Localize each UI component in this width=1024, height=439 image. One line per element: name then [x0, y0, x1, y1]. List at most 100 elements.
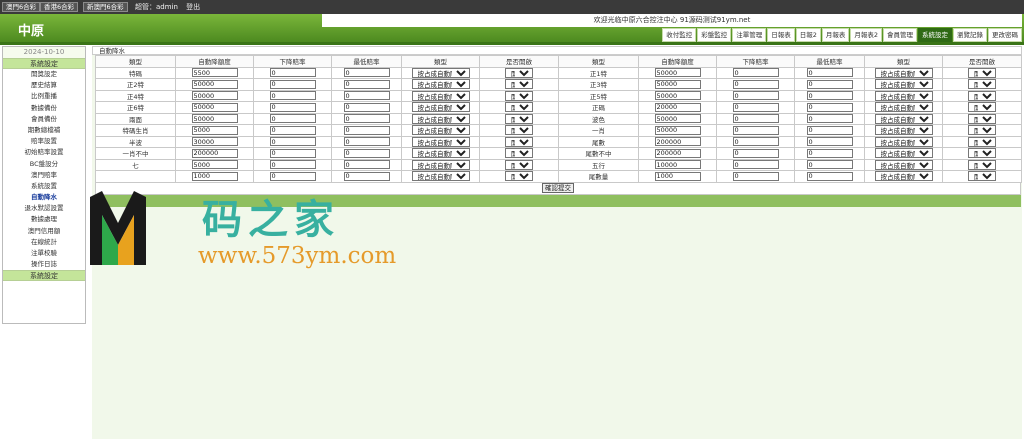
min-rate-input[interactable]	[806, 79, 853, 89]
min-rate-input[interactable]	[806, 114, 853, 124]
amount-input[interactable]	[654, 171, 701, 181]
min-rate-input[interactable]	[343, 125, 390, 135]
sidebar-item-17[interactable]: 操作日誌	[3, 259, 85, 270]
sidebar-item-15[interactable]: 在線統計	[3, 237, 85, 248]
enable-select[interactable]: 開啟	[505, 159, 533, 170]
enable-select[interactable]: 開啟	[505, 125, 533, 136]
mode-select[interactable]: 按占成自動降	[411, 67, 470, 78]
enable-select[interactable]: 開啟	[968, 102, 996, 113]
drop-rate-input[interactable]	[269, 68, 316, 78]
amount-input[interactable]	[654, 148, 701, 158]
drop-rate-input[interactable]	[269, 171, 316, 181]
min-rate-input[interactable]	[343, 79, 390, 89]
drop-rate-input[interactable]	[269, 125, 316, 135]
mode-select[interactable]: 按占成自動降	[411, 125, 470, 136]
tab-0[interactable]: 收付監控	[662, 28, 697, 42]
tab-5[interactable]: 月報表	[821, 28, 850, 42]
drop-rate-input[interactable]	[732, 171, 779, 181]
mode-select[interactable]: 按占成自動降	[874, 79, 933, 90]
enable-select[interactable]: 開啟	[968, 79, 996, 90]
sidebar-item-6[interactable]: 賠率設置	[3, 136, 85, 147]
mode-select[interactable]: 按占成自動降	[411, 171, 470, 182]
mode-select[interactable]: 按占成自動降	[874, 90, 933, 101]
enable-select[interactable]: 開啟	[505, 90, 533, 101]
sidebar-item-5[interactable]: 期數總檔補	[3, 125, 85, 136]
min-rate-input[interactable]	[343, 91, 390, 101]
min-rate-input[interactable]	[806, 125, 853, 135]
sidebar-item-9[interactable]: 澳門賠率	[3, 170, 85, 181]
min-rate-input[interactable]	[806, 171, 853, 181]
lottery-button-macau[interactable]: 澳門6合彩	[2, 2, 41, 12]
drop-rate-input[interactable]	[732, 148, 779, 158]
sidebar-item-11[interactable]: 自動降水	[3, 192, 85, 203]
min-rate-input[interactable]	[343, 137, 390, 147]
min-rate-input[interactable]	[806, 68, 853, 78]
mode-select[interactable]: 按占成自動降	[411, 79, 470, 90]
sidebar-item-3[interactable]: 數據備份	[3, 103, 85, 114]
tab-6[interactable]: 月報表2	[850, 28, 882, 42]
amount-input[interactable]	[654, 91, 701, 101]
mode-select[interactable]: 按占成自動降	[874, 159, 933, 170]
sidebar-item-4[interactable]: 會員備份	[3, 114, 85, 125]
enable-select[interactable]: 開啟	[505, 67, 533, 78]
amount-input[interactable]	[191, 160, 238, 170]
sidebar-item-8[interactable]: BC盤設分	[3, 159, 85, 170]
enable-select[interactable]: 開啟	[968, 113, 996, 124]
amount-input[interactable]	[654, 102, 701, 112]
amount-input[interactable]	[191, 102, 238, 112]
enable-select[interactable]: 開啟	[505, 148, 533, 159]
drop-rate-input[interactable]	[732, 160, 779, 170]
amount-input[interactable]	[654, 114, 701, 124]
mode-select[interactable]: 按占成自動降	[874, 113, 933, 124]
lottery-button-new-macau[interactable]: 新澳門6合彩	[83, 2, 128, 12]
sidebar-item-12[interactable]: 退水默認設置	[3, 203, 85, 214]
enable-select[interactable]: 開啟	[968, 171, 996, 182]
tab-8[interactable]: 系統設定	[918, 28, 952, 42]
min-rate-input[interactable]	[343, 68, 390, 78]
min-rate-input[interactable]	[806, 148, 853, 158]
amount-input[interactable]	[191, 68, 238, 78]
amount-input[interactable]	[654, 79, 701, 89]
drop-rate-input[interactable]	[732, 137, 779, 147]
amount-input[interactable]	[191, 114, 238, 124]
tab-1[interactable]: 彩盤監控	[697, 28, 732, 42]
lottery-button-hongkong[interactable]: 香港6合彩	[40, 2, 79, 12]
drop-rate-input[interactable]	[269, 79, 316, 89]
min-rate-input[interactable]	[806, 160, 853, 170]
tab-4[interactable]: 日報2	[795, 28, 821, 42]
tab-9[interactable]: 瀏覽記錄	[953, 28, 987, 42]
amount-input[interactable]	[654, 160, 701, 170]
enable-select[interactable]: 開啟	[968, 67, 996, 78]
drop-rate-input[interactable]	[732, 91, 779, 101]
drop-rate-input[interactable]	[732, 68, 779, 78]
enable-select[interactable]: 開啟	[505, 113, 533, 124]
mode-select[interactable]: 按占成自動降	[874, 171, 933, 182]
amount-input[interactable]	[191, 137, 238, 147]
mode-select[interactable]: 按占成自動降	[874, 67, 933, 78]
amount-input[interactable]	[191, 171, 238, 181]
min-rate-input[interactable]	[343, 102, 390, 112]
amount-input[interactable]	[654, 68, 701, 78]
amount-input[interactable]	[191, 91, 238, 101]
drop-rate-input[interactable]	[269, 137, 316, 147]
tab-10[interactable]: 更改密碼	[988, 28, 1022, 42]
drop-rate-input[interactable]	[269, 91, 316, 101]
mode-select[interactable]: 按占成自動降	[874, 136, 933, 147]
tab-7[interactable]: 會員管理	[883, 28, 917, 42]
logout-link[interactable]: 登出	[186, 3, 200, 11]
mode-select[interactable]: 按占成自動降	[411, 136, 470, 147]
amount-input[interactable]	[191, 148, 238, 158]
mode-select[interactable]: 按占成自動降	[411, 102, 470, 113]
enable-select[interactable]: 開啟	[505, 136, 533, 147]
drop-rate-input[interactable]	[732, 79, 779, 89]
drop-rate-input[interactable]	[732, 114, 779, 124]
min-rate-input[interactable]	[806, 91, 853, 101]
min-rate-input[interactable]	[343, 148, 390, 158]
amount-input[interactable]	[191, 79, 238, 89]
mode-select[interactable]: 按占成自動降	[411, 148, 470, 159]
drop-rate-input[interactable]	[732, 102, 779, 112]
amount-input[interactable]	[191, 125, 238, 135]
enable-select[interactable]: 開啟	[505, 79, 533, 90]
amount-input[interactable]	[654, 137, 701, 147]
enable-select[interactable]: 開啟	[505, 171, 533, 182]
